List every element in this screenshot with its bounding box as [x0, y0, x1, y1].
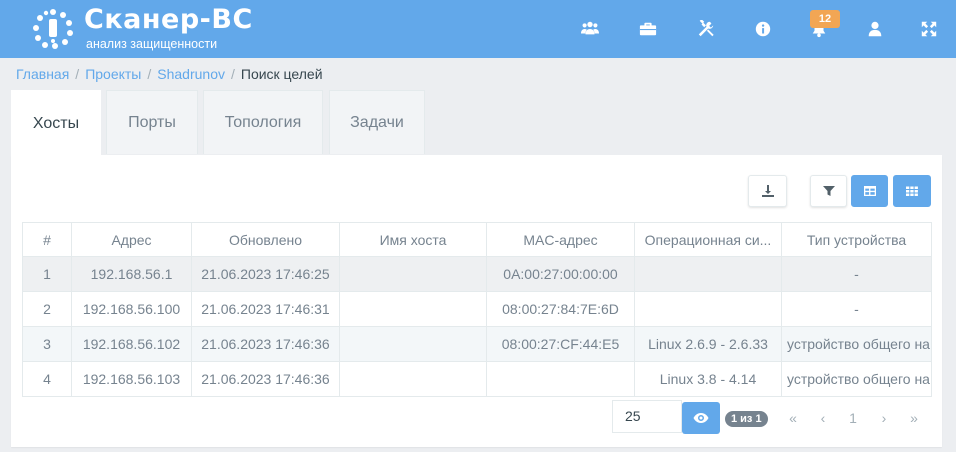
cell-address: 192.168.56.102 — [71, 326, 192, 362]
tab-ports[interactable]: Порты — [106, 90, 198, 154]
breadcrumb-home[interactable]: Главная — [16, 66, 69, 82]
filter-button[interactable] — [810, 175, 847, 207]
breadcrumb-separator: / — [147, 66, 152, 82]
cell-address: 192.168.56.103 — [71, 361, 192, 397]
grid-view-button[interactable] — [893, 175, 931, 207]
cell-mac — [486, 361, 635, 397]
top-header: Сканер-ВС анализ защищенности 12 — [0, 0, 956, 58]
column-header-address[interactable]: Адрес — [71, 222, 192, 257]
tab-tasks[interactable]: Задачи — [329, 90, 425, 154]
breadcrumb-project[interactable]: Shadrunov — [157, 66, 225, 82]
cell-device-type: - — [781, 256, 932, 292]
cell-number: 2 — [22, 291, 72, 327]
tab-topology[interactable]: Топология — [203, 90, 323, 154]
column-header-updated[interactable]: Обновлено — [191, 222, 340, 257]
cell-number: 4 — [22, 361, 72, 397]
cell-os: Linux 2.6.9 - 2.6.33 — [634, 326, 782, 362]
cell-os — [634, 256, 782, 292]
cell-updated: 21.06.2023 17:46:36 — [191, 361, 340, 397]
tab-label: Хосты — [32, 114, 80, 132]
tab-label: Топология — [224, 113, 302, 131]
cell-os — [634, 291, 782, 327]
table-row[interactable]: 4 192.168.56.103 21.06.2023 17:46:36 Lin… — [22, 361, 932, 397]
cell-mac: 0A:00:27:00:00:00 — [486, 256, 635, 292]
download-button[interactable] — [748, 175, 787, 207]
cell-mac: 08:00:27:84:7E:6D — [486, 291, 635, 327]
table-icon — [863, 186, 876, 196]
tab-label: Задачи — [350, 113, 404, 131]
briefcase-icon[interactable] — [637, 18, 659, 40]
cell-address: 192.168.56.100 — [71, 291, 192, 327]
users-icon[interactable] — [579, 18, 601, 40]
cell-mac: 08:00:27:CF:44:E5 — [486, 326, 635, 362]
grid-icon — [906, 186, 918, 196]
prev-page-button[interactable]: ‹ — [815, 410, 831, 426]
brand-subtitle: анализ защищенности — [86, 37, 218, 51]
page-size-input[interactable]: 25 — [612, 400, 682, 433]
table-row[interactable]: 3 192.168.56.102 21.06.2023 17:46:36 08:… — [22, 326, 932, 362]
page-count-badge: 1 из 1 — [725, 411, 768, 427]
logo-icon — [33, 9, 73, 49]
breadcrumb-separator: / — [75, 66, 80, 82]
cell-number: 3 — [22, 326, 72, 362]
breadcrumb-current: Поиск целей — [240, 66, 323, 82]
brand-title: Сканер-ВС — [84, 4, 253, 35]
cell-device-type: устройство общего на — [781, 361, 932, 397]
cell-number: 1 — [22, 256, 72, 292]
cell-hostname — [339, 291, 487, 327]
cell-device-type: устройство общего на — [781, 326, 932, 362]
user-icon[interactable] — [864, 18, 886, 40]
page-1-button[interactable]: 1 — [845, 410, 861, 426]
cell-address: 192.168.56.1 — [71, 256, 192, 292]
cell-hostname — [339, 256, 487, 292]
cell-device-type: - — [781, 291, 932, 327]
tab-label: Порты — [128, 113, 176, 131]
cell-hostname — [339, 326, 487, 362]
column-header-number[interactable]: # — [22, 222, 72, 257]
eye-icon — [693, 413, 709, 423]
filter-icon — [822, 186, 835, 196]
last-page-button[interactable]: » — [906, 410, 922, 426]
info-icon[interactable] — [752, 18, 774, 40]
next-page-button[interactable]: › — [876, 410, 892, 426]
breadcrumb-projects[interactable]: Проекты — [85, 66, 141, 82]
column-header-mac[interactable]: MAC-адрес — [486, 222, 635, 257]
cell-updated: 21.06.2023 17:46:25 — [191, 256, 340, 292]
fullscreen-icon[interactable] — [918, 18, 940, 40]
breadcrumb-separator: / — [230, 66, 235, 82]
hosts-table: # Адрес Обновлено Имя хоста MAC-адрес Оп… — [22, 222, 932, 397]
download-icon — [761, 185, 774, 197]
column-header-os[interactable]: Операционная си... — [634, 222, 782, 257]
table-row[interactable]: 1 192.168.56.1 21.06.2023 17:46:25 0A:00… — [22, 256, 932, 292]
notifications-badge: 12 — [810, 10, 840, 28]
cell-hostname — [339, 361, 487, 397]
tools-icon[interactable] — [695, 18, 717, 40]
show-button[interactable] — [682, 402, 720, 434]
first-page-button[interactable]: « — [785, 410, 801, 426]
table-header-row: # Адрес Обновлено Имя хоста MAC-адрес Оп… — [22, 222, 932, 257]
tab-hosts[interactable]: Хосты — [11, 90, 101, 156]
table-view-button[interactable] — [851, 175, 888, 207]
cell-updated: 21.06.2023 17:46:31 — [191, 291, 340, 327]
cell-os: Linux 3.8 - 4.14 — [634, 361, 782, 397]
table-row[interactable]: 2 192.168.56.100 21.06.2023 17:46:31 08:… — [22, 291, 932, 327]
breadcrumb: Главная / Проекты / Shadrunov / Поиск це… — [16, 66, 323, 82]
column-header-hostname[interactable]: Имя хоста — [339, 222, 487, 257]
column-header-device-type[interactable]: Тип устройства — [781, 222, 932, 257]
cell-updated: 21.06.2023 17:46:36 — [191, 326, 340, 362]
